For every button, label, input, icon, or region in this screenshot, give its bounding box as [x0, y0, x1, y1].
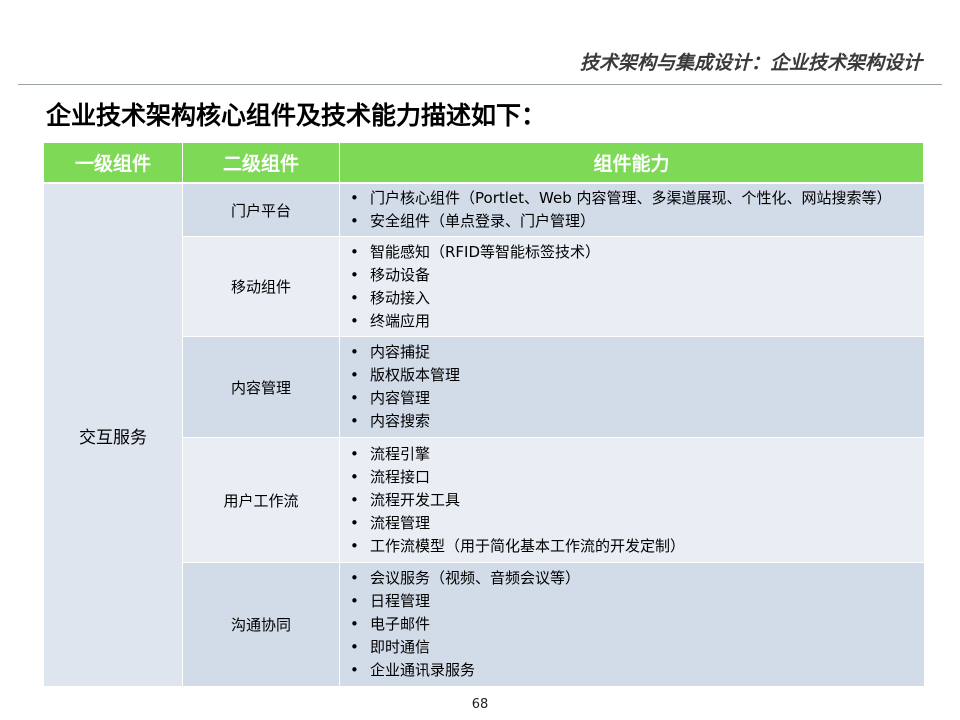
capability-cell: • 会议服务（视频、音频会议等） • 日程管理 • 电子邮件 • 即时通信 • 企业通讯录…	[340, 563, 924, 687]
list-item: • 门户核心组件（Portlet、Web 内容管理、多渠道展现、个性化、网站搜索等…	[350, 189, 892, 207]
list-item: • 流程管理	[350, 513, 431, 532]
page-number: 68	[471, 697, 489, 712]
capability-cell: • 门户核心组件（Portlet、Web 内容管理、多渠道展现、个性化、网站搜索等…	[340, 184, 924, 237]
level2-cell: 用户工作流	[183, 438, 340, 563]
list-item: • 终端应用	[350, 311, 431, 330]
list-item: • 流程引擎	[350, 444, 431, 463]
list-item: • 企业通讯录服务	[350, 661, 476, 679]
component-table: 一级组件 二级组件 组件能力 交互服务 门户平台 • 门户核心组件（Portlet…	[44, 143, 924, 687]
list-item: • 移动接入	[350, 288, 431, 307]
level2-cell: 门户平台	[183, 184, 340, 237]
list-item: • 安全组件（单点登录、门户管理）	[350, 212, 596, 230]
level2-cell: 内容管理	[183, 337, 340, 438]
list-item: • 电子邮件	[350, 615, 431, 633]
header-divider	[18, 84, 942, 85]
level2-cell: 移动组件	[183, 237, 340, 337]
list-item: • 内容管理	[350, 389, 431, 407]
page-title: 企业技术架构核心组件及技术能力描述如下：	[46, 101, 547, 130]
list-item: • 版权版本管理	[350, 366, 461, 384]
list-item: • 日程管理	[350, 592, 431, 610]
list-item: • 内容捕捉	[350, 343, 431, 361]
list-item: • 移动设备	[350, 265, 431, 284]
level2-cell: 沟通协同	[183, 563, 340, 687]
list-item: • 内容搜索	[350, 412, 431, 430]
list-item: • 会议服务（视频、音频会议等）	[350, 569, 581, 587]
capability-cell: • 内容捕捉 • 版权版本管理 • 内容管理 • 内容搜索	[340, 337, 924, 438]
list-item: • 工作流模型（用于简化基本工作流的开发定制）	[350, 536, 686, 555]
list-item: • 即时通信	[350, 638, 431, 656]
capability-cell: • 流程引擎 • 流程接口 • 流程开发工具 • 流程管理 • 工作流模型（用于简化基本工…	[340, 438, 924, 563]
column-header-capability: 组件能力	[340, 143, 924, 184]
level1-cell: 交互服务	[44, 184, 183, 687]
section-header-title: 技术架构与集成设计：企业技术架构设计	[579, 52, 922, 74]
capability-cell: • 智能感知（RFID等智能标签技术） • 移动设备 • 移动接入 • 终端应用	[340, 237, 924, 337]
list-item: • 智能感知（RFID等智能标签技术）	[350, 242, 601, 261]
list-item: • 流程接口	[350, 467, 431, 486]
list-item: • 流程开发工具	[350, 490, 461, 509]
column-header-level1: 一级组件	[44, 143, 183, 184]
column-header-level2: 二级组件	[183, 143, 340, 184]
